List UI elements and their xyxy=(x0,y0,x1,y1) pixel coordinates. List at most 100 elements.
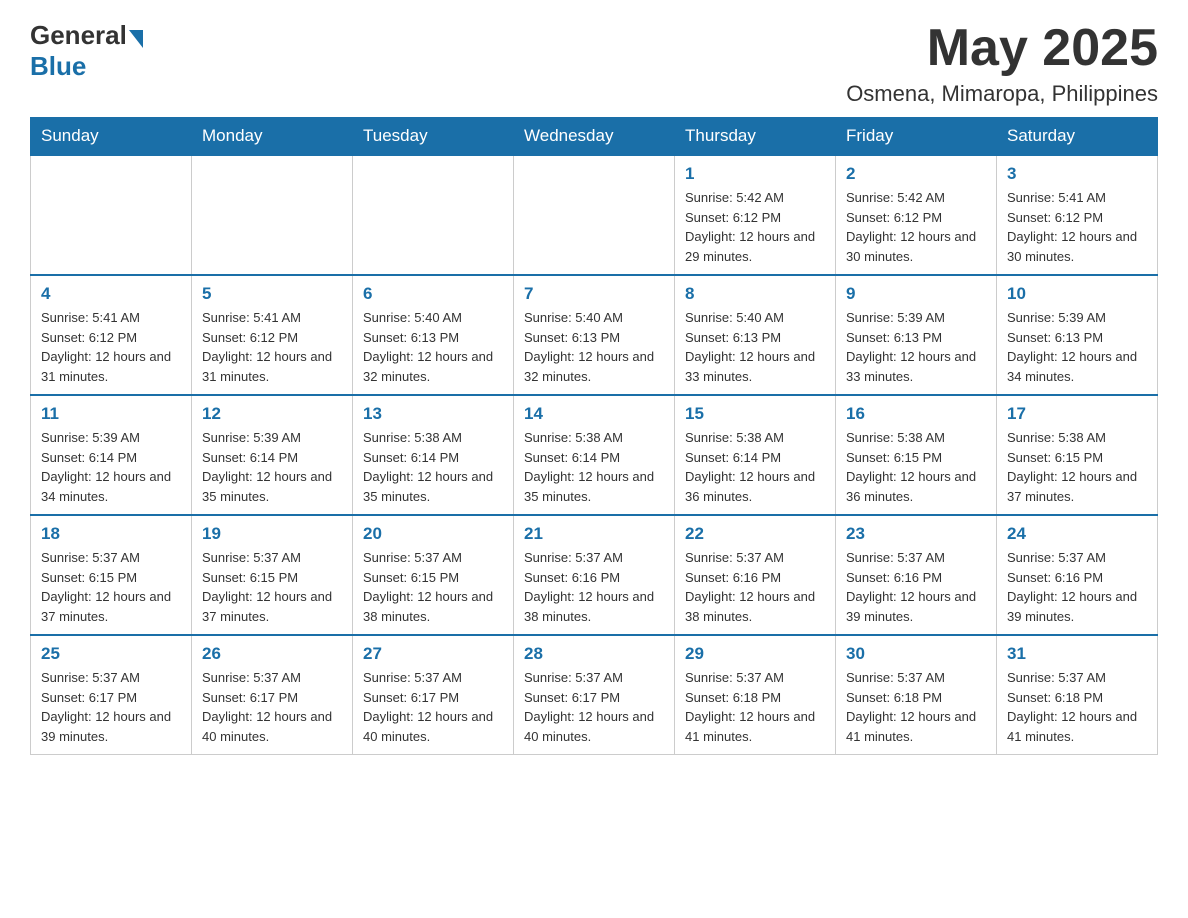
calendar-cell: 2 Sunrise: 5:42 AM Sunset: 6:12 PM Daylig… xyxy=(836,155,997,275)
calendar-cell: 18 Sunrise: 5:37 AM Sunset: 6:15 PM Dayli… xyxy=(31,515,192,635)
logo: General Blue xyxy=(30,20,143,82)
day-info: Sunrise: 5:39 AM Sunset: 6:14 PM Dayligh… xyxy=(202,428,342,506)
day-info: Sunrise: 5:39 AM Sunset: 6:13 PM Dayligh… xyxy=(846,308,986,386)
day-of-week-header: Wednesday xyxy=(514,118,675,156)
day-number: 5 xyxy=(202,284,342,304)
day-number: 26 xyxy=(202,644,342,664)
day-info: Sunrise: 5:37 AM Sunset: 6:18 PM Dayligh… xyxy=(685,668,825,746)
day-info: Sunrise: 5:40 AM Sunset: 6:13 PM Dayligh… xyxy=(685,308,825,386)
calendar-cell: 25 Sunrise: 5:37 AM Sunset: 6:17 PM Dayli… xyxy=(31,635,192,755)
day-info: Sunrise: 5:37 AM Sunset: 6:16 PM Dayligh… xyxy=(1007,548,1147,626)
day-of-week-header: Saturday xyxy=(997,118,1158,156)
day-info: Sunrise: 5:40 AM Sunset: 6:13 PM Dayligh… xyxy=(524,308,664,386)
calendar-cell: 20 Sunrise: 5:37 AM Sunset: 6:15 PM Dayli… xyxy=(353,515,514,635)
day-info: Sunrise: 5:42 AM Sunset: 6:12 PM Dayligh… xyxy=(846,188,986,266)
calendar-cell: 15 Sunrise: 5:38 AM Sunset: 6:14 PM Dayli… xyxy=(675,395,836,515)
week-row: 4 Sunrise: 5:41 AM Sunset: 6:12 PM Daylig… xyxy=(31,275,1158,395)
day-number: 3 xyxy=(1007,164,1147,184)
day-number: 30 xyxy=(846,644,986,664)
day-number: 31 xyxy=(1007,644,1147,664)
day-number: 1 xyxy=(685,164,825,184)
day-of-week-header: Monday xyxy=(192,118,353,156)
day-number: 4 xyxy=(41,284,181,304)
day-info: Sunrise: 5:41 AM Sunset: 6:12 PM Dayligh… xyxy=(202,308,342,386)
day-info: Sunrise: 5:42 AM Sunset: 6:12 PM Dayligh… xyxy=(685,188,825,266)
calendar-cell: 13 Sunrise: 5:38 AM Sunset: 6:14 PM Dayli… xyxy=(353,395,514,515)
day-number: 21 xyxy=(524,524,664,544)
calendar-cell: 6 Sunrise: 5:40 AM Sunset: 6:13 PM Daylig… xyxy=(353,275,514,395)
day-number: 28 xyxy=(524,644,664,664)
day-number: 7 xyxy=(524,284,664,304)
day-number: 25 xyxy=(41,644,181,664)
calendar-cell: 24 Sunrise: 5:37 AM Sunset: 6:16 PM Dayli… xyxy=(997,515,1158,635)
calendar-table: SundayMondayTuesdayWednesdayThursdayFrid… xyxy=(30,117,1158,755)
location-title: Osmena, Mimaropa, Philippines xyxy=(846,81,1158,107)
day-number: 24 xyxy=(1007,524,1147,544)
calendar-cell: 1 Sunrise: 5:42 AM Sunset: 6:12 PM Daylig… xyxy=(675,155,836,275)
day-info: Sunrise: 5:40 AM Sunset: 6:13 PM Dayligh… xyxy=(363,308,503,386)
day-of-week-header: Friday xyxy=(836,118,997,156)
calendar-cell xyxy=(31,155,192,275)
day-of-week-header: Sunday xyxy=(31,118,192,156)
day-number: 23 xyxy=(846,524,986,544)
calendar-cell: 4Sunrise: 5:41 AM Sunset: 6:12 PM Daylig… xyxy=(31,275,192,395)
logo-blue: Blue xyxy=(30,51,86,82)
day-info: Sunrise: 5:39 AM Sunset: 6:13 PM Dayligh… xyxy=(1007,308,1147,386)
calendar-cell: 22Sunrise: 5:37 AM Sunset: 6:16 PM Dayli… xyxy=(675,515,836,635)
day-number: 13 xyxy=(363,404,503,424)
week-row: 1 Sunrise: 5:42 AM Sunset: 6:12 PM Daylig… xyxy=(31,155,1158,275)
day-info: Sunrise: 5:37 AM Sunset: 6:15 PM Dayligh… xyxy=(41,548,181,626)
day-of-week-header: Thursday xyxy=(675,118,836,156)
week-row: 11 Sunrise: 5:39 AM Sunset: 6:14 PM Dayli… xyxy=(31,395,1158,515)
day-number: 10 xyxy=(1007,284,1147,304)
logo-general: General xyxy=(30,20,127,51)
day-info: Sunrise: 5:37 AM Sunset: 6:18 PM Dayligh… xyxy=(846,668,986,746)
day-number: 11 xyxy=(41,404,181,424)
day-info: Sunrise: 5:37 AM Sunset: 6:16 PM Dayligh… xyxy=(685,548,825,626)
day-info: Sunrise: 5:37 AM Sunset: 6:17 PM Dayligh… xyxy=(524,668,664,746)
calendar-cell: 7 Sunrise: 5:40 AM Sunset: 6:13 PM Daylig… xyxy=(514,275,675,395)
day-info: Sunrise: 5:37 AM Sunset: 6:16 PM Dayligh… xyxy=(846,548,986,626)
day-number: 16 xyxy=(846,404,986,424)
day-info: Sunrise: 5:37 AM Sunset: 6:17 PM Dayligh… xyxy=(202,668,342,746)
calendar-cell: 14 Sunrise: 5:38 AM Sunset: 6:14 PM Dayli… xyxy=(514,395,675,515)
calendar-cell: 30 Sunrise: 5:37 AM Sunset: 6:18 PM Dayli… xyxy=(836,635,997,755)
day-info: Sunrise: 5:37 AM Sunset: 6:15 PM Dayligh… xyxy=(363,548,503,626)
day-number: 15 xyxy=(685,404,825,424)
calendar-cell: 21 Sunrise: 5:37 AM Sunset: 6:16 PM Dayli… xyxy=(514,515,675,635)
calendar-cell: 16Sunrise: 5:38 AM Sunset: 6:15 PM Dayli… xyxy=(836,395,997,515)
day-info: Sunrise: 5:39 AM Sunset: 6:14 PM Dayligh… xyxy=(41,428,181,506)
title-section: May 2025 Osmena, Mimaropa, Philippines xyxy=(846,20,1158,107)
day-info: Sunrise: 5:37 AM Sunset: 6:17 PM Dayligh… xyxy=(41,668,181,746)
day-info: Sunrise: 5:38 AM Sunset: 6:14 PM Dayligh… xyxy=(363,428,503,506)
calendar-cell: 19Sunrise: 5:37 AM Sunset: 6:15 PM Dayli… xyxy=(192,515,353,635)
calendar-cell: 31Sunrise: 5:37 AM Sunset: 6:18 PM Dayli… xyxy=(997,635,1158,755)
calendar-cell: 17Sunrise: 5:38 AM Sunset: 6:15 PM Dayli… xyxy=(997,395,1158,515)
day-number: 8 xyxy=(685,284,825,304)
day-number: 2 xyxy=(846,164,986,184)
calendar-cell: 3 Sunrise: 5:41 AM Sunset: 6:12 PM Daylig… xyxy=(997,155,1158,275)
calendar-cell: 10 Sunrise: 5:39 AM Sunset: 6:13 PM Dayli… xyxy=(997,275,1158,395)
day-number: 18 xyxy=(41,524,181,544)
day-number: 6 xyxy=(363,284,503,304)
day-info: Sunrise: 5:38 AM Sunset: 6:14 PM Dayligh… xyxy=(685,428,825,506)
calendar-cell xyxy=(353,155,514,275)
day-number: 12 xyxy=(202,404,342,424)
week-row: 25 Sunrise: 5:37 AM Sunset: 6:17 PM Dayli… xyxy=(31,635,1158,755)
day-number: 14 xyxy=(524,404,664,424)
day-info: Sunrise: 5:38 AM Sunset: 6:14 PM Dayligh… xyxy=(524,428,664,506)
logo-triangle-icon xyxy=(129,30,143,48)
day-number: 20 xyxy=(363,524,503,544)
calendar-cell: 9Sunrise: 5:39 AM Sunset: 6:13 PM Daylig… xyxy=(836,275,997,395)
month-title: May 2025 xyxy=(846,20,1158,77)
week-row: 18 Sunrise: 5:37 AM Sunset: 6:15 PM Dayli… xyxy=(31,515,1158,635)
day-info: Sunrise: 5:37 AM Sunset: 6:15 PM Dayligh… xyxy=(202,548,342,626)
day-info: Sunrise: 5:41 AM Sunset: 6:12 PM Dayligh… xyxy=(1007,188,1147,266)
day-number: 29 xyxy=(685,644,825,664)
calendar-cell: 8 Sunrise: 5:40 AM Sunset: 6:13 PM Daylig… xyxy=(675,275,836,395)
calendar-cell xyxy=(192,155,353,275)
day-info: Sunrise: 5:37 AM Sunset: 6:17 PM Dayligh… xyxy=(363,668,503,746)
day-info: Sunrise: 5:37 AM Sunset: 6:16 PM Dayligh… xyxy=(524,548,664,626)
calendar-header-row: SundayMondayTuesdayWednesdayThursdayFrid… xyxy=(31,118,1158,156)
calendar-cell: 27Sunrise: 5:37 AM Sunset: 6:17 PM Dayli… xyxy=(353,635,514,755)
